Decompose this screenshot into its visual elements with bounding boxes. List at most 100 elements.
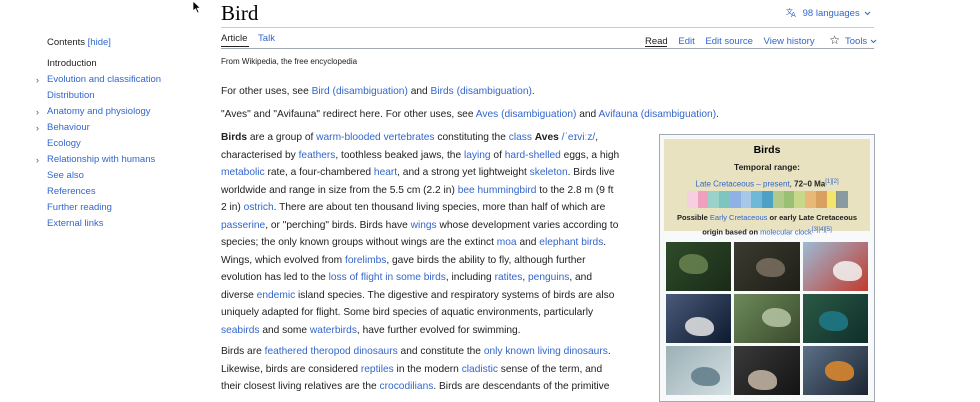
bird-photo[interactable] (666, 294, 732, 343)
tab-article[interactable]: Article (221, 33, 247, 44)
chevron-right-icon[interactable]: › (36, 104, 39, 120)
inline-link[interactable]: penguins (528, 272, 569, 283)
toc-item-label: Ecology (47, 138, 81, 149)
language-selector[interactable]: 文A 98 languages (786, 7, 871, 20)
inline-link[interactable]: passerine (221, 220, 265, 231)
timeline-period (740, 191, 752, 208)
inline-link[interactable]: endemic (257, 290, 296, 301)
bird-photo[interactable] (734, 346, 800, 395)
star-icon[interactable]: ☆ (829, 33, 840, 47)
tab-talk[interactable]: Talk (258, 33, 275, 44)
bird-silhouette (818, 311, 849, 331)
inline-link[interactable]: /ˈeɪviːz/ (562, 132, 596, 143)
hatnote-text: and (407, 86, 431, 97)
text-line: species; the only known groups without w… (221, 234, 651, 252)
inline-link[interactable]: warm-blooded (316, 132, 381, 143)
title-divider (221, 27, 874, 28)
inline-link[interactable]: feathered theropod dinosaurs (265, 346, 398, 357)
text-segment: , (595, 132, 599, 143)
note-refs[interactable]: [3][4][5] (812, 227, 832, 233)
inline-link[interactable]: heart (374, 167, 397, 178)
tools-menu[interactable]: ☆ Tools (829, 33, 877, 47)
bold-term: Birds (221, 132, 248, 143)
toc-item-evolution-and-classification[interactable]: › Evolution and classification (36, 72, 186, 88)
inline-link[interactable]: elephant birds (539, 237, 603, 248)
hatnote-text: "Aves" and "Avifauna" redirect here. For… (221, 109, 476, 120)
bird-photo[interactable] (802, 346, 868, 395)
inline-link[interactable]: waterbirds (310, 325, 357, 336)
toc-hide-link[interactable]: [hide] (88, 37, 111, 48)
tab-edit-source[interactable]: Edit source (705, 36, 753, 47)
inline-link[interactable]: forelimbs (345, 255, 386, 266)
text-line: diverse endemic island species. The dige… (221, 287, 651, 305)
inline-link[interactable]: ratites (495, 272, 523, 283)
tab-read-underline (645, 46, 667, 47)
bird-photo[interactable] (666, 242, 732, 291)
hatnote-link[interactable]: Aves (disambiguation) (476, 109, 577, 120)
tools-label: Tools (845, 36, 868, 47)
toc-item-further-reading[interactable]: Further reading (36, 200, 186, 216)
inline-link[interactable]: ostrich (244, 202, 274, 213)
bird-photo[interactable] (802, 242, 868, 291)
inline-link[interactable]: seabirds (221, 325, 260, 336)
hatnote-link[interactable]: Birds (disambiguation) (431, 86, 532, 97)
inline-link[interactable]: hard-shelled (505, 150, 561, 161)
text-segment: are a group of (247, 132, 317, 143)
text-segment: sense of the term, and (497, 363, 603, 375)
timeline-period (794, 191, 806, 208)
inline-link[interactable]: metabolic (221, 167, 265, 178)
text-line: 2 in) ostrich. There are about ten thous… (221, 199, 651, 217)
text-segment: . Birds live (567, 167, 615, 178)
chevron-right-icon[interactable]: › (36, 152, 39, 168)
toc-item-label: Further reading (47, 202, 112, 213)
toc-item-external-links[interactable]: External links (36, 216, 186, 232)
hatnote-1: For other uses, see Bird (disambiguation… (221, 83, 535, 101)
toc-item-relationship-with-humans[interactable]: › Relationship with humans (36, 152, 186, 168)
bird-photo[interactable] (666, 346, 732, 395)
inline-link[interactable]: skeleton (530, 167, 568, 178)
toc-item-references[interactable]: References (36, 184, 186, 200)
bird-silhouette (684, 316, 715, 337)
toc-item-see-also[interactable]: See also (36, 168, 186, 184)
inline-link[interactable]: wings (411, 220, 437, 231)
chevron-right-icon[interactable]: › (36, 120, 39, 136)
temporal-range-link[interactable]: Late Cretaceous – present (695, 180, 789, 189)
toc-item-distribution[interactable]: Distribution (36, 88, 186, 104)
inline-link[interactable]: cladistic (462, 364, 498, 375)
table-of-contents: Contents [hide] Introduction › Evolution a… (36, 37, 186, 232)
inline-link[interactable]: only known living dinosaurs (484, 346, 608, 357)
toc-item-behaviour[interactable]: › Behaviour (36, 120, 186, 136)
chevron-right-icon[interactable]: › (36, 72, 39, 88)
inline-link[interactable]: moa (497, 237, 517, 248)
toc-item-introduction[interactable]: Introduction (36, 56, 186, 72)
text-segment: 2 in) (221, 202, 244, 213)
inline-link[interactable]: feathers (299, 150, 336, 161)
hatnote-link[interactable]: Avifauna (disambiguation) (599, 109, 717, 120)
hatnote-link[interactable]: Bird (disambiguation) (312, 86, 408, 97)
inline-link[interactable]: loss of flight in some birds (329, 272, 446, 283)
bird-photo[interactable] (802, 294, 868, 343)
note-link-molecular-clock[interactable]: molecular clock (760, 228, 812, 237)
tab-view-history[interactable]: View history (764, 36, 815, 47)
toc-item-ecology[interactable]: Ecology (36, 136, 186, 152)
inline-link[interactable]: crocodilians (380, 381, 434, 392)
bird-photo[interactable] (734, 242, 800, 291)
timeline-period (772, 191, 784, 208)
toc-item-anatomy-and-physiology[interactable]: › Anatomy and physiology (36, 104, 186, 120)
inline-link[interactable]: laying (464, 150, 491, 161)
tab-edit[interactable]: Edit (678, 36, 694, 47)
note-link-early-cretaceous[interactable]: Early Cretaceous (710, 213, 768, 222)
inline-link[interactable]: bee hummingbird (458, 185, 537, 196)
inline-link[interactable]: class (509, 132, 532, 143)
range-refs[interactable]: [1][2] (825, 179, 838, 185)
tabs-divider (221, 48, 874, 49)
text-line: Birds are feathered theropod dinosaurs a… (221, 343, 651, 361)
temporal-range: Late Cretaceous – present, 72–0 Ma[1][2] (664, 179, 870, 189)
text-segment: characterised by (221, 149, 299, 161)
text-line: metabolic rate, a four-chambered heart, … (221, 164, 651, 182)
bird-photo[interactable] (734, 294, 800, 343)
inline-link[interactable]: vertebrates (384, 132, 435, 143)
geologic-timeline[interactable] (687, 191, 849, 208)
inline-link[interactable]: reptiles (361, 364, 394, 375)
bird-silhouette (755, 257, 786, 278)
